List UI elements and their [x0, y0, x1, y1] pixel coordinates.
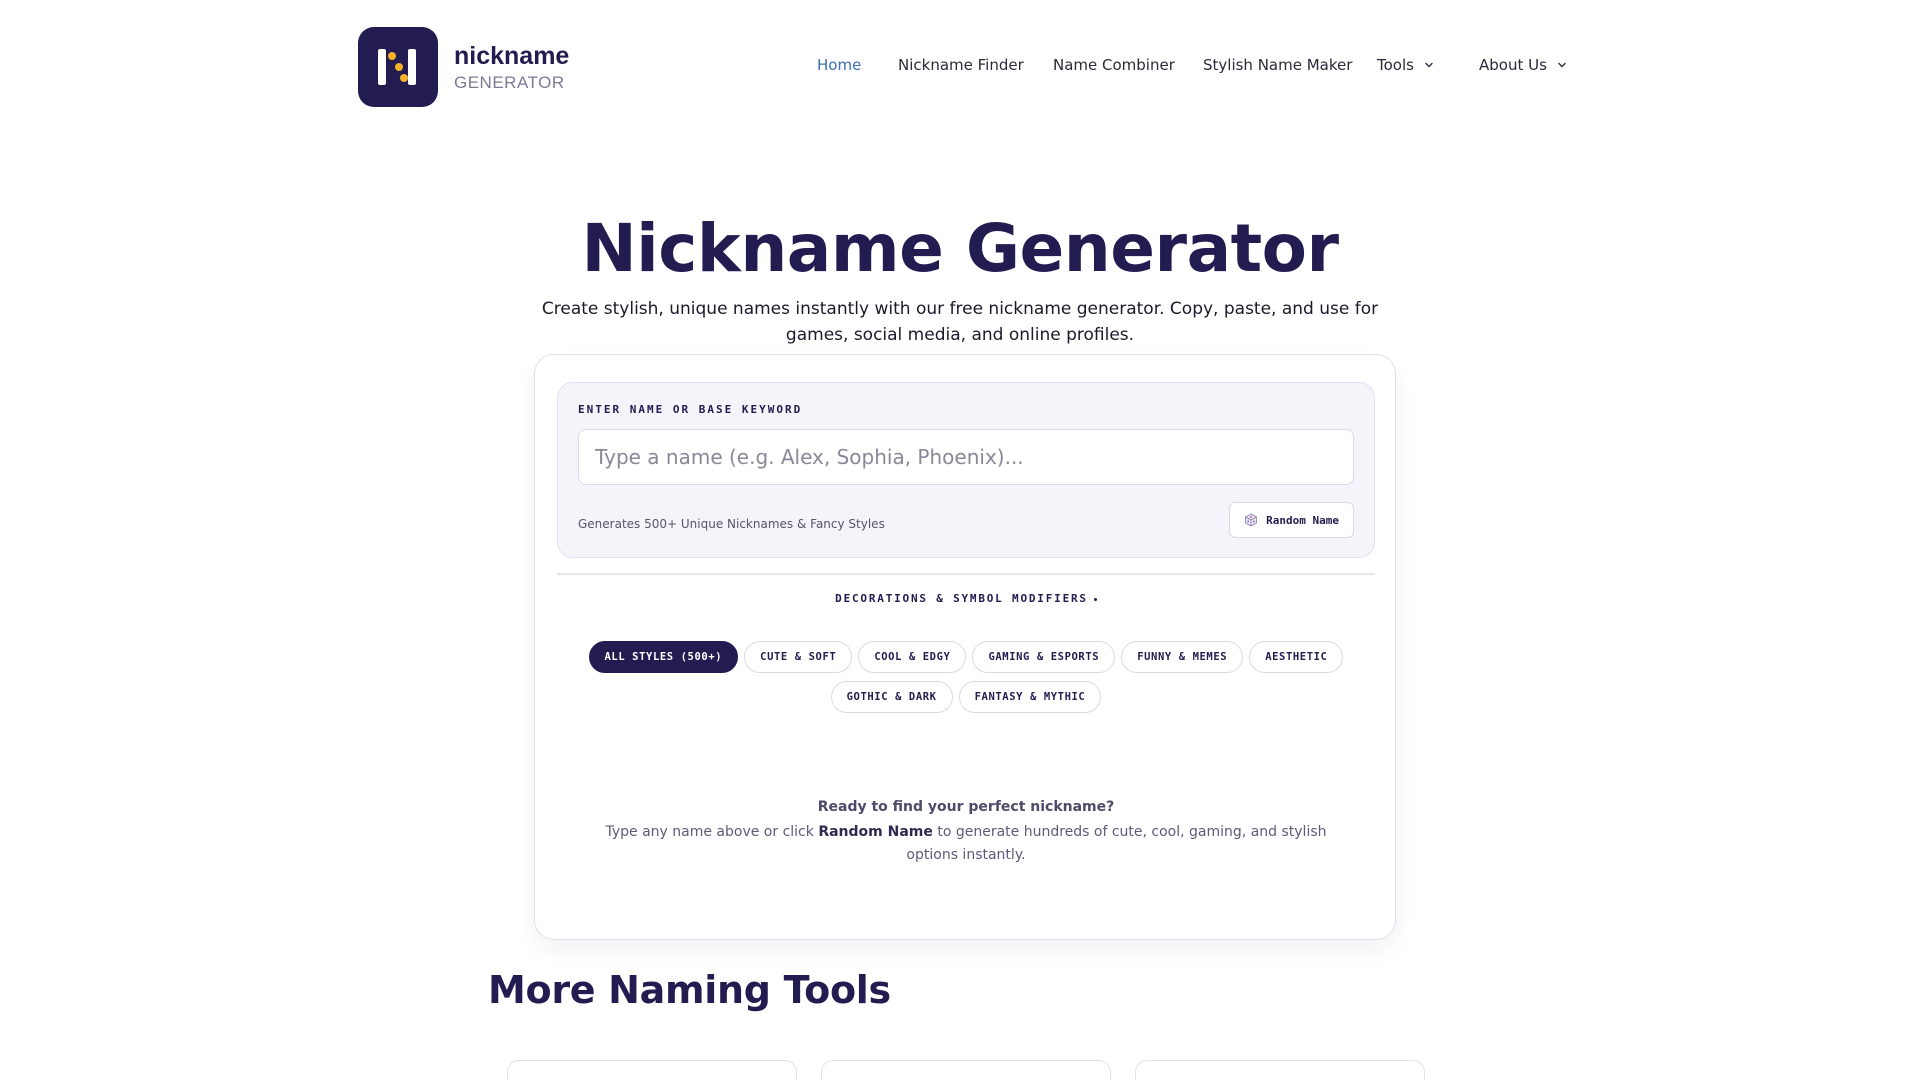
- section-divider: [557, 573, 1375, 575]
- tool-card[interactable]: [507, 1060, 797, 1080]
- chip-aesthetic[interactable]: AESTHETIC: [1249, 641, 1344, 673]
- random-name-button[interactable]: Random Name: [1229, 502, 1354, 538]
- random-name-label: Random Name: [1266, 513, 1339, 527]
- empty-state-title: Ready to find your perfect nickname?: [817, 799, 1115, 815]
- nav-about-label: About Us: [1479, 56, 1547, 74]
- chip-row: ALL STYLES (500+) CUTE & SOFT COOL & EDG…: [535, 641, 1397, 673]
- more-tools-title: More Naming Tools: [488, 968, 891, 1012]
- chip-cute-soft[interactable]: CUTE & SOFT: [744, 641, 853, 673]
- chip-row: GOTHIC & DARK FANTASY & MYTHIC: [535, 681, 1397, 713]
- page-title: Nickname Generator: [581, 210, 1339, 287]
- input-panel: ENTER NAME OR BASE KEYWORD Generates 500…: [557, 382, 1375, 558]
- chip-funny-memes[interactable]: FUNNY & MEMES: [1121, 641, 1244, 673]
- dice-icon: [1245, 513, 1258, 527]
- chevron-down-icon: [1558, 62, 1566, 68]
- tool-card[interactable]: [821, 1060, 1111, 1080]
- chip-all-styles[interactable]: ALL STYLES (500+): [588, 641, 739, 673]
- site-header: nickname GENERATOR Home Nickname Finder …: [0, 0, 1920, 134]
- empty-state-text-after: to generate hundreds of cute, cool, gami…: [906, 824, 1327, 863]
- chip-cool-edgy[interactable]: COOL & EDGY: [858, 641, 967, 673]
- name-input[interactable]: [578, 429, 1354, 485]
- chip-fantasy-mythic[interactable]: FANTASY & MYTHIC: [958, 681, 1102, 713]
- nav-home[interactable]: Home: [817, 56, 861, 74]
- empty-state-text-before: Type any name above or click: [605, 824, 819, 840]
- empty-state-text-bold: Random Name: [818, 824, 933, 840]
- chip-gaming-esports[interactable]: GAMING & ESPORTS: [972, 641, 1116, 673]
- page-subtitle: Create stylish, unique names instantly w…: [541, 299, 1379, 345]
- empty-state-text: Type any name above or click Random Name…: [601, 821, 1331, 867]
- nav-name-combiner[interactable]: Name Combiner: [1053, 56, 1175, 74]
- chevron-down-icon: [1425, 62, 1433, 68]
- nav-tools-label: Tools: [1377, 56, 1414, 74]
- nav-about-dropdown[interactable]: About Us: [1479, 56, 1567, 74]
- nav-nickname-finder[interactable]: Nickname Finder: [898, 56, 1024, 74]
- modifiers-title: DECORATIONS & SYMBOL MODIFIERS: [535, 592, 1397, 605]
- input-label: ENTER NAME OR BASE KEYWORD: [578, 403, 803, 416]
- bullet-icon: [1093, 597, 1097, 601]
- chip-gothic-dark[interactable]: GOTHIC & DARK: [830, 681, 953, 713]
- nav-stylish-name-maker[interactable]: Stylish Name Maker: [1203, 56, 1352, 74]
- nav-tools-dropdown[interactable]: Tools: [1377, 56, 1434, 74]
- modifiers-title-text: DECORATIONS & SYMBOL MODIFIERS: [835, 592, 1088, 605]
- style-filter-chips: ALL STYLES (500+) CUTE & SOFT COOL & EDG…: [535, 641, 1397, 721]
- generator-card: ENTER NAME OR BASE KEYWORD Generates 500…: [534, 354, 1396, 940]
- tool-card[interactable]: [1135, 1060, 1425, 1080]
- generator-hint: Generates 500+ Unique Nicknames & Fancy …: [578, 517, 885, 531]
- main-nav: Home Nickname Finder Name Combiner Styli…: [0, 56, 1920, 78]
